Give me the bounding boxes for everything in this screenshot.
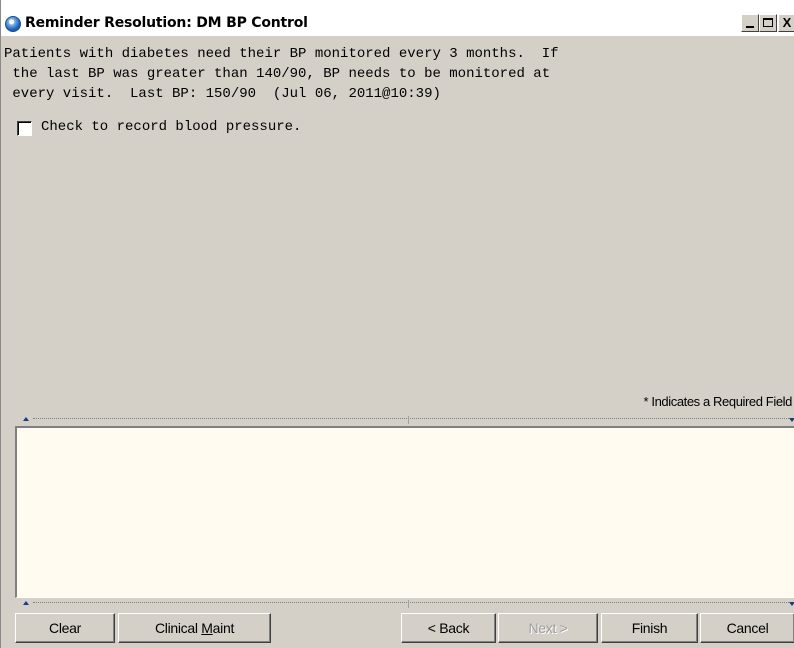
splitter-top[interactable] [15, 416, 794, 424]
minimize-icon [746, 26, 754, 28]
clinical-maint-suffix: aint [212, 620, 235, 636]
splitter-grip [33, 418, 791, 420]
splitter-up-arrow-icon[interactable] [23, 601, 29, 605]
record-bp-checkbox-label[interactable]: Check to record blood pressure. [41, 119, 301, 135]
clinical-maint-prefix: Clinical [154, 620, 202, 636]
reminder-text-line: the last BP was greater than 140/90, BP … [4, 66, 551, 82]
splitter-bottom[interactable] [15, 600, 794, 608]
close-button[interactable]: X [778, 14, 794, 32]
clinical-maint-button[interactable]: Clinical Maint [118, 613, 271, 643]
splitter-grip [33, 602, 791, 604]
reminder-text-line: Patients with diabetes need their BP mon… [4, 46, 559, 62]
minimize-button[interactable] [741, 14, 759, 32]
splitter-up-arrow-icon[interactable] [23, 417, 29, 421]
cancel-button[interactable]: Cancel [700, 613, 794, 643]
progress-note-preview[interactable] [15, 426, 794, 598]
splitter-divider [408, 416, 409, 424]
finish-button[interactable]: Finish [601, 613, 698, 643]
window-title: Reminder Resolution: DM BP Control [25, 15, 308, 31]
title-bar[interactable]: Reminder Resolution: DM BP Control X [1, 0, 794, 36]
clear-button[interactable]: Clear [15, 613, 115, 643]
vista-globe-icon [5, 16, 21, 32]
record-bp-checkbox-row[interactable]: Check to record blood pressure. [17, 119, 301, 139]
clinical-maint-accelerator: M [201, 620, 213, 636]
record-bp-checkbox[interactable] [17, 121, 32, 136]
reminder-text-line: every visit. Last BP: 150/90 (Jul 06, 20… [4, 86, 441, 102]
maximize-button[interactable] [759, 14, 777, 32]
next-button[interactable]: Next > [498, 613, 598, 643]
splitter-down-arrow-icon[interactable] [789, 602, 794, 606]
splitter-divider [408, 600, 409, 608]
maximize-icon [763, 18, 773, 27]
reminder-resolution-window: Reminder Resolution: DM BP Control X Pat… [0, 0, 794, 648]
reminder-text: Patients with diabetes need their BP mon… [1, 44, 794, 104]
required-field-note: * Indicates a Required Field [643, 394, 792, 409]
back-button[interactable]: < Back [401, 613, 496, 643]
splitter-down-arrow-icon[interactable] [789, 418, 794, 422]
